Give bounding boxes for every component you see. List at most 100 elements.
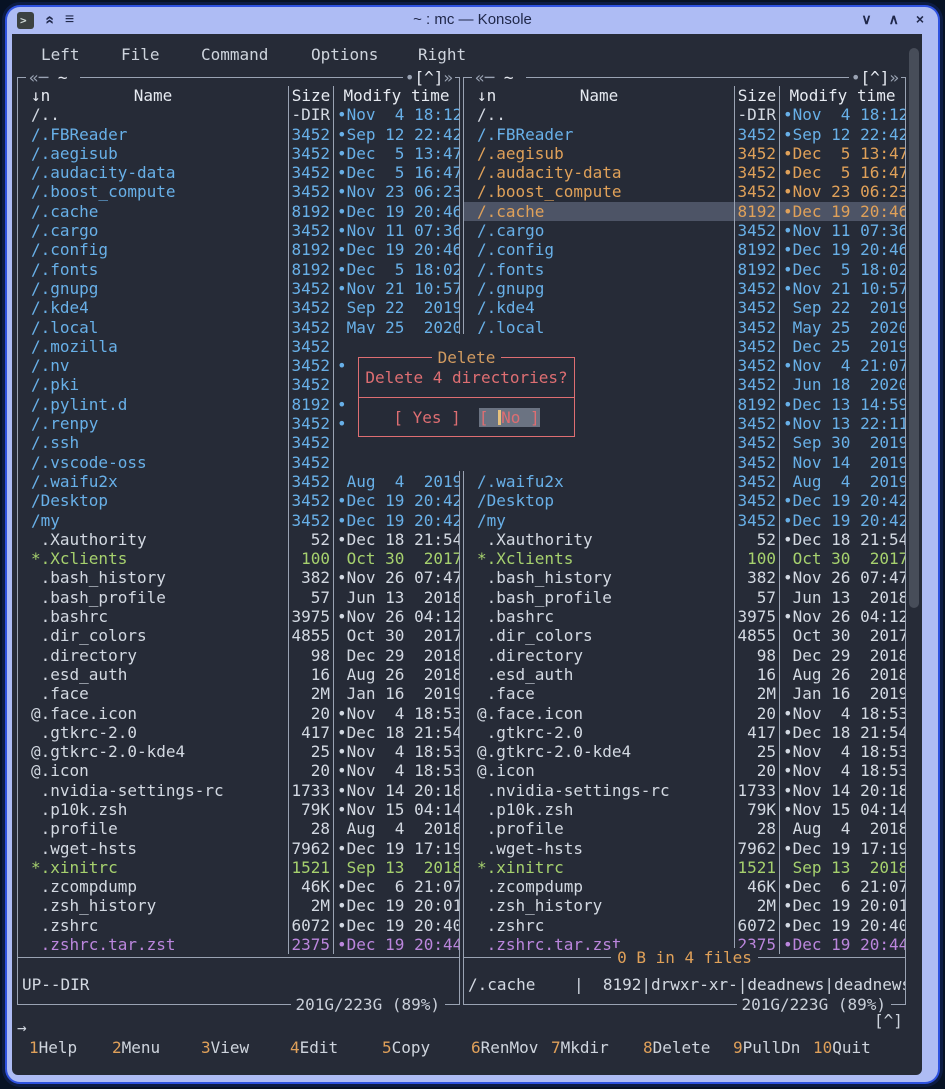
- fkey-quit[interactable]: 10Quit: [813, 1038, 871, 1057]
- file-row[interactable]: .directory98 Dec 29 2018: [18, 646, 459, 665]
- menu-item-options[interactable]: Options: [311, 45, 378, 64]
- bottom-panel-corner[interactable]: [^]: [874, 1011, 903, 1030]
- file-row[interactable]: /.boost_compute3452•Nov 23 06:23: [464, 182, 905, 201]
- file-row[interactable]: .zsh_history2M•Dec 19 20:01: [464, 896, 905, 915]
- yes-button[interactable]: [ Yes ]: [393, 408, 460, 427]
- column-header-name[interactable]: ↓nName: [18, 86, 288, 105]
- maximize-icon[interactable]: ∧: [889, 11, 899, 28]
- shell-prompt[interactable]: →: [17, 1018, 27, 1037]
- file-row[interactable]: *.Xclients100 Oct 30 2017: [18, 549, 459, 568]
- file-row[interactable]: /.gnupg3452•Nov 21 10:57: [464, 279, 905, 298]
- file-row[interactable]: /Desktop3452•Dec 19 20:42: [464, 491, 905, 510]
- file-row[interactable]: /.kde43452 Sep 22 2019: [18, 298, 459, 317]
- file-row[interactable]: .dir_colors4855 Oct 30 2017: [464, 626, 905, 645]
- file-row[interactable]: /.cache8192•Dec 19 20:46: [18, 202, 459, 221]
- left-panel-top-corner[interactable]: •[^]»: [403, 68, 455, 87]
- fkey-pulldn[interactable]: 9PullDn: [733, 1038, 800, 1057]
- file-row[interactable]: /.waifu2x3452 Aug 4 2019: [18, 472, 459, 491]
- file-row[interactable]: /.waifu2x3452 Aug 4 2019: [464, 472, 905, 491]
- file-row[interactable]: /.FBReader3452•Sep 12 22:42: [464, 125, 905, 144]
- file-row[interactable]: *.Xclients100 Oct 30 2017: [464, 549, 905, 568]
- close-icon[interactable]: ×: [916, 11, 924, 28]
- file-row[interactable]: .gtkrc-2.0417•Dec 18 21:54: [464, 723, 905, 742]
- file-row[interactable]: .nvidia-settings-rc1733•Nov 14 20:18: [464, 781, 905, 800]
- right-panel-path[interactable]: «─ ~: [472, 68, 526, 87]
- minimize-icon[interactable]: ∨: [861, 11, 871, 28]
- file-row[interactable]: .bash_history382•Nov 26 07:47: [464, 568, 905, 587]
- file-row[interactable]: .p10k.zsh79K•Nov 15 04:14: [464, 800, 905, 819]
- file-row[interactable]: .esd_auth16 Aug 26 2018: [18, 665, 459, 684]
- file-row[interactable]: /Desktop3452•Dec 19 20:42: [18, 491, 459, 510]
- menu-item-command[interactable]: Command: [201, 45, 268, 64]
- no-button[interactable]: [ No ]: [479, 408, 540, 427]
- file-row[interactable]: /.config8192•Dec 19 20:46: [464, 240, 905, 259]
- fkey-menu[interactable]: 2Menu: [112, 1038, 160, 1057]
- file-row[interactable]: .bash_profile57 Jun 13 2018: [464, 588, 905, 607]
- file-row[interactable]: @.icon20•Nov 4 18:53: [464, 761, 905, 780]
- column-header-size[interactable]: Size: [734, 86, 779, 105]
- file-row[interactable]: .directory98 Dec 29 2018: [464, 646, 905, 665]
- file-row[interactable]: .face2M Jan 16 2019: [18, 684, 459, 703]
- column-header-mtime[interactable]: Modify time: [333, 86, 459, 105]
- file-row[interactable]: /.kde43452 Sep 22 2019: [464, 298, 905, 317]
- file-row[interactable]: .dir_colors4855 Oct 30 2017: [18, 626, 459, 645]
- title-bar[interactable]: > « ≡ ~ : mc — Konsole ∨ ∧ ×: [7, 7, 938, 34]
- file-row[interactable]: .zshrc6072•Dec 19 20:40: [18, 916, 459, 935]
- file-row[interactable]: /.aegisub3452•Dec 5 13:47: [18, 144, 459, 163]
- column-header-mtime[interactable]: Modify time: [779, 86, 905, 105]
- file-row[interactable]: .bash_profile57 Jun 13 2018: [18, 588, 459, 607]
- file-row[interactable]: .zshrc6072•Dec 19 20:40: [464, 916, 905, 935]
- file-row[interactable]: /.boost_compute3452•Nov 23 06:23: [18, 182, 459, 201]
- menu-item-file[interactable]: File: [121, 45, 160, 64]
- file-row[interactable]: /.audacity-data3452•Dec 5 16:47: [464, 163, 905, 182]
- file-row[interactable]: /.gnupg3452•Nov 21 10:57: [18, 279, 459, 298]
- file-row[interactable]: /.cargo3452•Nov 11 07:36: [464, 221, 905, 240]
- file-row[interactable]: .wget-hsts7962•Dec 19 17:19: [18, 839, 459, 858]
- file-row[interactable]: @.face.icon20•Nov 4 18:53: [464, 704, 905, 723]
- left-panel-path[interactable]: «─ ~: [26, 68, 80, 87]
- file-row[interactable]: /my3452•Dec 19 20:42: [18, 511, 459, 530]
- file-row[interactable]: /..-DIR•Nov 4 18:12: [18, 105, 459, 124]
- file-row[interactable]: .profile28 Aug 4 2018: [464, 819, 905, 838]
- fkey-renmov[interactable]: 6RenMov: [471, 1038, 538, 1057]
- fkey-edit[interactable]: 4Edit: [290, 1038, 338, 1057]
- file-row[interactable]: .bashrc3975•Nov 26 04:12: [18, 607, 459, 626]
- file-row[interactable]: /.cache8192•Dec 19 20:46: [464, 202, 905, 221]
- file-row[interactable]: .zcompdump46K•Dec 6 21:07: [18, 877, 459, 896]
- column-header-size[interactable]: Size: [288, 86, 333, 105]
- scrollbar-thumb[interactable]: [909, 48, 919, 608]
- fkey-help[interactable]: 1Help: [29, 1038, 77, 1057]
- file-row[interactable]: .zsh_history2M•Dec 19 20:01: [18, 896, 459, 915]
- file-row[interactable]: /.fonts8192•Dec 5 18:02: [18, 260, 459, 279]
- file-row[interactable]: .wget-hsts7962•Dec 19 17:19: [464, 839, 905, 858]
- fkey-mkdir[interactable]: 7Mkdir: [551, 1038, 609, 1057]
- fkey-delete[interactable]: 8Delete: [643, 1038, 710, 1057]
- file-row[interactable]: .bash_history382•Nov 26 07:47: [18, 568, 459, 587]
- fkey-copy[interactable]: 5Copy: [382, 1038, 430, 1057]
- file-row[interactable]: @.icon20•Nov 4 18:53: [18, 761, 459, 780]
- file-row[interactable]: /.aegisub3452•Dec 5 13:47: [464, 144, 905, 163]
- file-row[interactable]: .zshrc.tar.zst2375•Dec 19 20:44: [18, 935, 459, 954]
- file-row[interactable]: /.FBReader3452•Sep 12 22:42: [18, 125, 459, 144]
- file-row[interactable]: /.fonts8192•Dec 5 18:02: [464, 260, 905, 279]
- file-row[interactable]: .p10k.zsh79K•Nov 15 04:14: [18, 800, 459, 819]
- file-row[interactable]: .Xauthority52•Dec 18 21:54: [464, 530, 905, 549]
- file-row[interactable]: .bashrc3975•Nov 26 04:12: [464, 607, 905, 626]
- file-row[interactable]: @.gtkrc-2.0-kde425•Nov 4 18:53: [18, 742, 459, 761]
- menu-item-left[interactable]: Left: [41, 45, 80, 64]
- column-header-name[interactable]: ↓nName: [464, 86, 734, 105]
- file-row[interactable]: .profile28 Aug 4 2018: [18, 819, 459, 838]
- file-row[interactable]: @.face.icon20•Nov 4 18:53: [18, 704, 459, 723]
- file-row[interactable]: .zcompdump46K•Dec 6 21:07: [464, 877, 905, 896]
- file-row[interactable]: .esd_auth16 Aug 26 2018: [464, 665, 905, 684]
- file-row[interactable]: .Xauthority52•Dec 18 21:54: [18, 530, 459, 549]
- file-row[interactable]: .face2M Jan 16 2019: [464, 684, 905, 703]
- file-row[interactable]: /my3452•Dec 19 20:42: [464, 511, 905, 530]
- file-row[interactable]: .gtkrc-2.0417•Dec 18 21:54: [18, 723, 459, 742]
- right-panel-top-corner[interactable]: •[^]»: [849, 68, 901, 87]
- file-row[interactable]: .nvidia-settings-rc1733•Nov 14 20:18: [18, 781, 459, 800]
- file-row[interactable]: /.cargo3452•Nov 11 07:36: [18, 221, 459, 240]
- file-row[interactable]: /.audacity-data3452•Dec 5 16:47: [18, 163, 459, 182]
- file-row[interactable]: /.config8192•Dec 19 20:46: [18, 240, 459, 259]
- file-row[interactable]: *.xinitrc1521 Sep 13 2018: [464, 858, 905, 877]
